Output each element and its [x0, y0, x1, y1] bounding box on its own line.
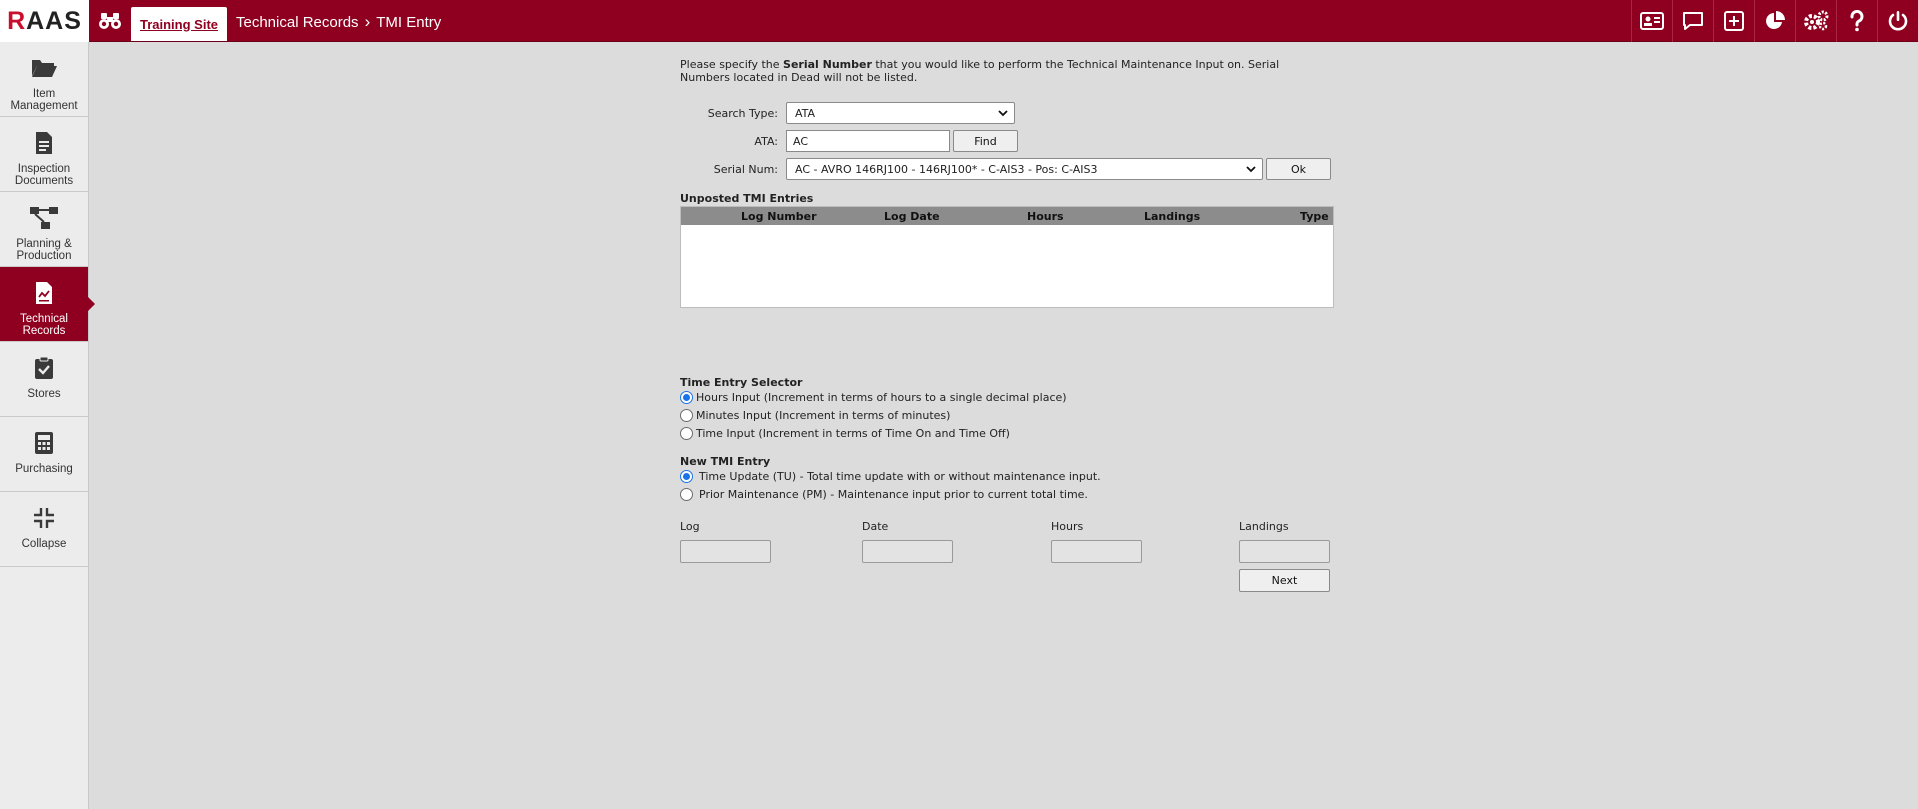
calculator-icon — [34, 429, 54, 457]
plus-box-icon[interactable] — [1713, 0, 1754, 42]
sidebar-item-purchasing[interactable]: Purchasing — [0, 417, 88, 492]
radio-hours-input[interactable]: Hours Input (Increment in terms of hours… — [680, 391, 1067, 404]
new-tmi-title: New TMI Entry — [680, 455, 771, 468]
time-entry-title: Time Entry Selector — [680, 376, 803, 389]
collapse-icon — [33, 504, 55, 532]
col-type[interactable]: Type — [1300, 210, 1329, 223]
grid-header: Log Number Log Date Hours Landings Type — [681, 207, 1333, 225]
hours-input[interactable] — [1051, 540, 1142, 563]
sidebar-item-technical-records[interactable]: Technical Records — [0, 267, 95, 342]
breadcrumb: Technical Records › TMI Entry — [236, 12, 441, 32]
id-card-icon[interactable] — [1631, 0, 1672, 42]
unposted-title: Unposted TMI Entries — [680, 192, 814, 205]
radio-button[interactable] — [680, 470, 693, 483]
landings-input[interactable] — [1239, 540, 1330, 563]
radio-button[interactable] — [680, 391, 693, 404]
sidebar-item-label: Purchasing — [15, 463, 73, 475]
sidebar-item-inspection-documents[interactable]: Inspection Documents — [0, 117, 88, 192]
col-log-number[interactable]: Log Number — [741, 210, 817, 223]
intro-emphasis: Serial Number — [783, 58, 872, 71]
breadcrumb-separator: › — [364, 12, 371, 31]
search-type-row: Search Type: ATA — [680, 102, 1015, 124]
sidebar-item-collapse[interactable]: Collapse — [0, 492, 88, 567]
radio-time-update[interactable]: Time Update (TU) - Total time update wit… — [680, 470, 1101, 483]
radio-prior-maintenance[interactable]: Prior Maintenance (PM) - Maintenance inp… — [680, 488, 1088, 501]
sidebar-item-label: Stores — [27, 388, 61, 400]
date-input[interactable] — [862, 540, 953, 563]
top-bar: R AAS Training Site Technical Records › T… — [0, 0, 1918, 42]
find-button[interactable]: Find — [953, 130, 1018, 152]
chart-document-icon — [35, 279, 53, 307]
unposted-grid: Log Number Log Date Hours Landings Type — [680, 206, 1334, 308]
radio-button[interactable] — [680, 488, 693, 501]
landings-label: Landings — [1239, 520, 1289, 533]
breadcrumb-section[interactable]: Technical Records — [236, 14, 359, 31]
chat-icon[interactable] — [1672, 0, 1713, 42]
log-input[interactable] — [680, 540, 771, 563]
ok-button[interactable]: Ok — [1266, 158, 1331, 180]
ata-label: ATA: — [754, 134, 778, 148]
chevron-down-icon — [1246, 163, 1256, 176]
radio-time-input[interactable]: Time Input (Increment in terms of Time O… — [680, 427, 1010, 440]
pie-chart-icon[interactable] — [1754, 0, 1795, 42]
flow-icon — [29, 204, 59, 232]
top-toolbar — [1631, 0, 1918, 42]
raas-logo[interactable]: R AAS — [0, 0, 89, 42]
col-hours[interactable]: Hours — [1027, 210, 1064, 223]
ata-input[interactable]: AC — [786, 130, 950, 152]
sidebar-item-label: Inspection Documents — [14, 163, 74, 187]
chevron-down-icon — [998, 107, 1008, 120]
binoculars-icon[interactable] — [97, 9, 123, 33]
serial-num-row: Serial Num: AC - AVRO 146RJ100 - 146RJ10… — [680, 158, 1331, 180]
hours-label: Hours — [1051, 520, 1084, 533]
clipboard-check-icon — [34, 354, 54, 382]
serial-num-label: Serial Num: — [713, 162, 778, 176]
breadcrumb-page: TMI Entry — [376, 13, 442, 31]
sidebar-item-label: Item Management — [10, 88, 78, 112]
gears-icon[interactable] — [1795, 0, 1836, 42]
col-landings[interactable]: Landings — [1144, 210, 1200, 223]
radio-button[interactable] — [680, 409, 693, 422]
sidebar-item-label: Technical Records — [20, 313, 68, 337]
document-icon — [35, 129, 53, 157]
folder-icon — [30, 54, 58, 82]
intro-text: Please specify the Serial Number that yo… — [680, 58, 1280, 84]
radio-minutes-input[interactable]: Minutes Input (Increment in terms of min… — [680, 409, 950, 422]
search-type-label: Search Type: — [707, 106, 778, 120]
ata-row: ATA: AC Find — [680, 130, 1018, 152]
site-tab[interactable]: Training Site — [131, 7, 227, 41]
tmi-entry-form: Please specify the Serial Number that yo… — [680, 58, 1335, 592]
sidebar-item-stores[interactable]: Stores — [0, 342, 88, 417]
radio-button[interactable] — [680, 427, 693, 440]
sidebar: Item Management Inspection Documents Pla… — [0, 42, 95, 809]
date-label: Date — [862, 520, 889, 533]
sidebar-item-item-management[interactable]: Item Management — [0, 42, 88, 117]
sidebar-item-label: Collapse — [21, 538, 67, 550]
sidebar-item-planning-production[interactable]: Planning & Production — [0, 192, 88, 267]
power-icon[interactable] — [1877, 0, 1918, 42]
log-label: Log — [680, 520, 700, 533]
search-type-select[interactable]: ATA — [786, 102, 1015, 124]
help-icon[interactable] — [1836, 0, 1877, 42]
serial-num-select[interactable]: AC - AVRO 146RJ100 - 146RJ100* - C-AIS3 … — [786, 158, 1263, 180]
col-log-date[interactable]: Log Date — [884, 210, 940, 223]
next-button[interactable]: Next — [1239, 569, 1330, 592]
sidebar-item-label: Planning & Production — [16, 238, 72, 262]
